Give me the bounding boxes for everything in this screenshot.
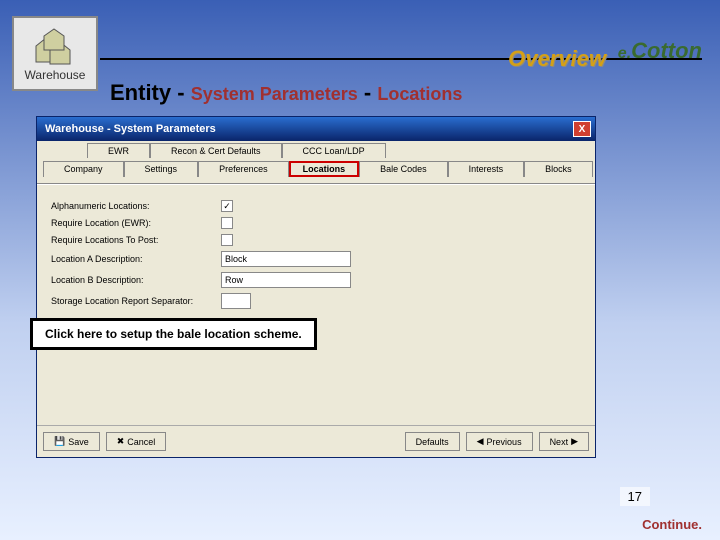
tab-ccc[interactable]: CCC Loan/LDP <box>282 143 386 158</box>
warehouse-icon <box>30 26 80 66</box>
save-icon: 💾 <box>54 436 65 447</box>
logo-cotton: Cotton <box>631 38 702 63</box>
title-locations: Locations <box>377 84 462 104</box>
tab-ewr[interactable]: EWR <box>87 143 150 158</box>
close-button[interactable]: X <box>573 121 591 137</box>
logo-e: e. <box>618 45 631 62</box>
prev-icon: ◀ <box>477 436 484 447</box>
header-divider <box>100 58 702 60</box>
warehouse-icon-box: Warehouse <box>12 16 98 91</box>
tab-strip: EWR Recon & Cert Defaults CCC Loan/LDP C… <box>37 141 595 183</box>
alpha-locations-checkbox[interactable]: ✓ <box>221 200 233 212</box>
require-post-label: Require Locations To Post: <box>51 235 221 245</box>
require-post-checkbox[interactable] <box>221 234 233 246</box>
previous-button[interactable]: ◀Previous <box>466 432 533 451</box>
overview-label: Overview <box>508 46 606 72</box>
next-button[interactable]: Next▶ <box>539 432 589 451</box>
title-systemparams: System Parameters <box>191 84 358 104</box>
alpha-locations-label: Alphanumeric Locations: <box>51 201 221 211</box>
require-ewr-checkbox[interactable] <box>221 217 233 229</box>
tab-locations[interactable]: Locations <box>289 161 360 177</box>
window-title: Warehouse - System Parameters <box>41 123 573 135</box>
ecotton-logo: e.Cotton <box>618 38 702 64</box>
tab-preferences[interactable]: Preferences <box>198 161 289 177</box>
save-button[interactable]: 💾Save <box>43 432 100 451</box>
cancel-icon: ✖ <box>117 436 125 447</box>
locA-label: Location A Description: <box>51 254 221 264</box>
next-icon: ▶ <box>571 436 578 447</box>
require-ewr-label: Require Location (EWR): <box>51 218 221 228</box>
system-parameters-window: Warehouse - System Parameters X EWR Reco… <box>36 116 596 458</box>
tab-interests[interactable]: Interests <box>448 161 525 177</box>
locB-label: Location B Description: <box>51 275 221 285</box>
locB-input[interactable] <box>221 272 351 288</box>
tab-company[interactable]: Company <box>43 161 124 177</box>
title-entity: Entity <box>110 80 171 105</box>
button-bar: 💾Save ✖Cancel Defaults ◀Previous Next▶ <box>37 425 595 457</box>
continue-link[interactable]: Continue. <box>642 517 702 532</box>
locA-input[interactable] <box>221 251 351 267</box>
window-titlebar[interactable]: Warehouse - System Parameters X <box>37 117 595 141</box>
separator-label: Storage Location Report Separator: <box>51 296 221 306</box>
tab-balecodes[interactable]: Bale Codes <box>359 161 448 177</box>
separator-input[interactable] <box>221 293 251 309</box>
instruction-callout: Click here to setup the bale location sc… <box>30 318 317 350</box>
cancel-button[interactable]: ✖Cancel <box>106 432 167 451</box>
tab-recon[interactable]: Recon & Cert Defaults <box>150 143 282 158</box>
warehouse-label: Warehouse <box>25 68 86 82</box>
tab-blocks[interactable]: Blocks <box>524 161 593 177</box>
page-number: 17 <box>620 487 650 506</box>
tab-settings[interactable]: Settings <box>124 161 199 177</box>
page-title: Entity - System Parameters - Locations <box>110 80 462 106</box>
defaults-button[interactable]: Defaults <box>405 432 460 451</box>
